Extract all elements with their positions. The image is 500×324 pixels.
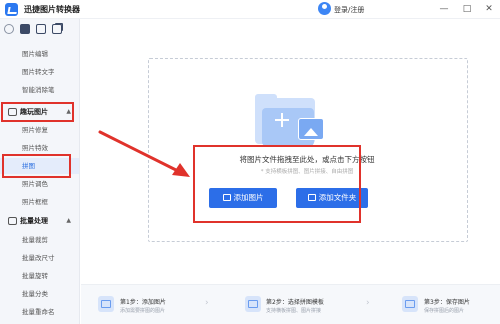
step3-desc: 保存拼图后的图片 bbox=[424, 308, 465, 314]
step1-desc: 添加需要拼图的图片 bbox=[120, 308, 166, 314]
step3-title: 第3步：保存图片 bbox=[424, 299, 470, 306]
step2-template-icon bbox=[245, 296, 261, 312]
step2-desc: 支持横板拼图、图片拼接 bbox=[266, 308, 322, 314]
step1-title: 第1步：添加图片 bbox=[120, 299, 166, 306]
pointer-arrow bbox=[98, 130, 190, 177]
step2-title: 第2步：选择拼图模板 bbox=[266, 299, 324, 306]
step3-save-icon bbox=[402, 296, 418, 312]
step1-add-image-icon bbox=[98, 296, 114, 312]
chevron-right-icon: › bbox=[205, 298, 209, 308]
chevron-right-icon: › bbox=[366, 298, 370, 308]
